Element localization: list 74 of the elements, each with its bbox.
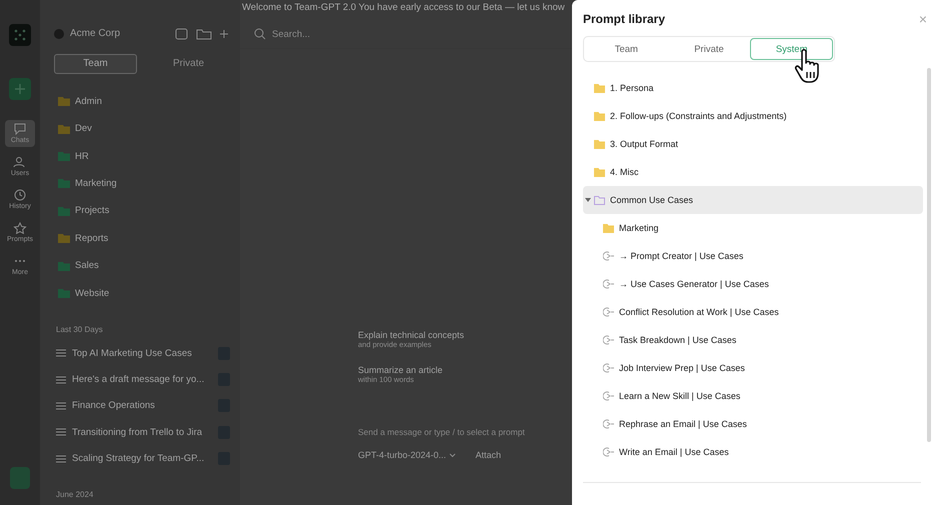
prompt-icon [603,307,614,317]
clock-icon [13,189,27,201]
model-dropdown[interactable]: GPT-4-turbo-2024-0... [358,450,456,460]
image-icon[interactable] [174,28,190,40]
workspace-name[interactable]: Acme Corp [70,28,168,40]
folder-name[interactable]: Sales [75,260,99,272]
chat-title[interactable]: Here's a draft message for yo... [72,374,212,386]
library-tab[interactable]: Team [585,38,668,60]
star-icon [13,222,27,234]
app-logo[interactable] [9,24,31,46]
folder-icon [594,112,605,120]
message-field[interactable]: Send a message or type / to select a prompt [358,422,572,442]
attach-button[interactable]: Attach [476,450,502,460]
prompt-icon [603,279,614,289]
folder-icon [594,84,605,92]
chat-title[interactable]: Finance Operations [72,400,212,412]
tree-item[interactable]: Conflict Resolution at Work | Use Cases [583,298,923,326]
folder-icon [594,168,605,176]
tree-item[interactable]: → Use Cases Generator | Use Cases [583,270,923,298]
plus-icon[interactable] [218,28,230,40]
tree-item[interactable]: 2. Follow-ups (Constraints and Adjustments) [583,102,923,130]
section-heading: June 2024 [56,490,94,500]
caret-icon[interactable] [585,198,591,202]
workspace-icon [54,28,64,39]
tree-item[interactable]: Job Interview Prep | Use Cases [583,354,923,382]
tree-item[interactable]: 1. Persona [583,74,923,102]
close-button[interactable]: × [914,11,931,27]
sidebar-tab[interactable]: Private [147,54,230,74]
folder-name[interactable]: Admin [75,96,102,107]
menu-icon [56,349,66,358]
folder-name[interactable]: Projects [75,205,110,216]
panel-title: Prompt library [583,12,666,26]
folder-name[interactable]: Dev [75,123,92,134]
chat-title[interactable]: Transitioning from Trello to Jira [72,426,212,438]
tree-item[interactable]: Learn a New Skill | Use Cases [583,382,923,410]
tree-item[interactable]: Marketing [583,214,923,242]
tree-item[interactable]: Task Breakdown | Use Cases [583,326,923,354]
prompt-icon [603,251,614,261]
tree-item[interactable]: Write an Email | Use Cases [583,438,923,466]
tree-item[interactable]: → Prompt Creator | Use Cases [583,242,923,270]
chat-title[interactable]: Scaling Strategy for Team-GP... [72,453,212,464]
section-heading: Last 30 Days [56,324,104,334]
plus-icon [14,83,26,95]
new-chat-button[interactable] [9,78,31,100]
sidebar-tab[interactable]: Team [54,54,137,74]
tree-item[interactable]: 3. Output Format [583,130,923,158]
tree-item[interactable]: Common Use Cases [583,186,923,214]
prompt-icon [603,363,614,373]
folder-icon [594,196,605,204]
chat-icon [13,123,27,135]
menu-icon [56,376,66,384]
folder-icon[interactable] [196,28,212,40]
search-field[interactable]: Search... [240,20,572,49]
tree-item[interactable]: 4. Misc [583,158,923,186]
prompt-icon [603,391,614,401]
chat-title[interactable]: Top AI Marketing Use Cases [72,348,212,359]
folder-name[interactable]: HR [75,150,89,162]
search-icon [254,28,266,40]
folder-icon [594,140,605,148]
folder-name[interactable]: Reports [75,232,108,244]
prompt-icon [603,447,614,457]
menu-icon [56,454,66,463]
users-icon [13,156,27,168]
tree-item[interactable]: Rephrase an Email | Use Cases [583,410,923,438]
prompt-icon [603,335,614,345]
menu-icon [56,402,66,410]
prompt-icon [603,419,614,429]
library-tab[interactable]: Private [668,38,750,60]
folder-name[interactable]: Marketing [75,178,117,189]
folder-icon [603,224,614,232]
welcome-message: Welcome to Team-GPT 2.0 You have early access to our Beta — let us know [241,1,565,15]
folder-name[interactable]: Website [75,288,110,299]
menu-icon [56,428,66,436]
chevron-down-icon [448,453,456,458]
